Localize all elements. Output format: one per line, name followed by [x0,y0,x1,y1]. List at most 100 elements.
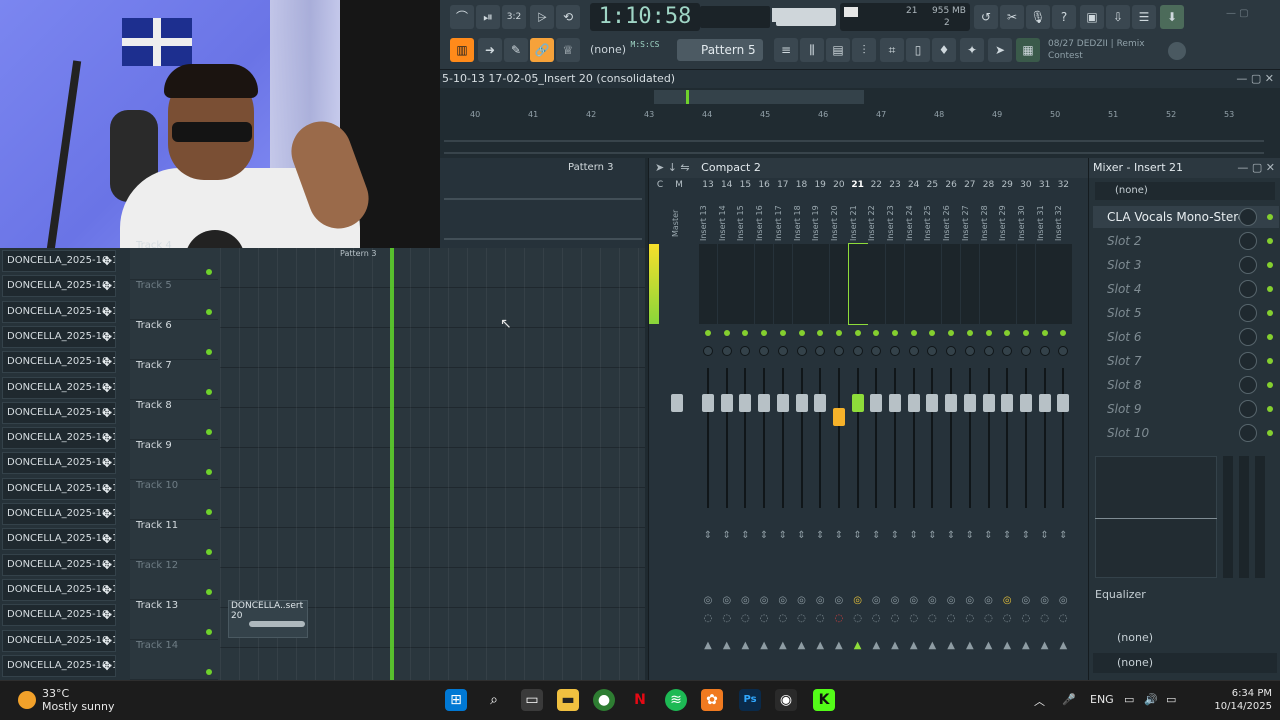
insert-enable-icon[interactable] [1060,330,1067,336]
record-arm-icon[interactable]: ◌ [905,613,923,624]
eq-band-3[interactable] [1255,456,1265,578]
playhead[interactable] [390,248,394,680]
insert-route-icon[interactable]: ◎ [942,595,960,606]
stereo-separation-icon[interactable]: ⇕ [1054,530,1072,541]
sliders-icon[interactable]: ⫶ [852,38,876,62]
stereo-separation-icon[interactable]: ⇕ [1036,530,1054,541]
insert-pan-knob[interactable] [852,346,863,356]
insert-route-icon[interactable]: ◎ [1036,595,1054,606]
insert-volume-fader[interactable] [1057,394,1070,412]
stereo-separation-icon[interactable]: ⇕ [942,530,960,541]
send-icon[interactable]: ➤ [988,38,1012,62]
effect-slot[interactable]: Slot 8 [1093,374,1279,396]
stereo-separation-icon[interactable]: ⇕ [980,530,998,541]
insert-route-icon[interactable]: ◎ [736,595,754,606]
mixer-column-number[interactable]: 23 [886,180,904,190]
insert-strip[interactable] [998,244,1017,324]
pattern3-clip[interactable]: Pattern 3 [340,246,640,276]
channel-move-icon[interactable]: ✥ [102,327,112,347]
slot-mix-knob[interactable] [1239,304,1257,322]
master-volume-fader[interactable] [671,394,683,412]
mixer-column-number[interactable]: 21 [849,180,867,190]
mixer-column-number[interactable]: 19 [811,180,829,190]
track-led-icon[interactable] [206,549,212,555]
send-arrow-icon[interactable]: ▲ [980,640,998,651]
browser-icon[interactable]: ⌗ [880,38,904,62]
stereo-separation-icon[interactable]: ⇕ [923,530,941,541]
insert-pan-knob[interactable] [833,346,844,356]
insert-route-icon[interactable]: ◎ [1054,595,1072,606]
slot-mix-knob[interactable] [1239,280,1257,298]
pattern-selector[interactable]: Pattern 5 [677,39,763,61]
pattern-lane[interactable]: Pattern 3 [440,158,645,248]
insert-pan-knob[interactable] [1039,346,1050,356]
insert-route-icon[interactable]: ◎ [849,595,867,606]
draw-icon[interactable]: ✎ [504,38,528,62]
send-arrow-icon[interactable]: ▲ [793,640,811,651]
insert-volume-fader[interactable] [1038,394,1051,412]
slot-mix-knob[interactable] [1239,256,1257,274]
stereo-separation-icon[interactable]: ⇕ [886,530,904,541]
insert-route-icon[interactable]: ◎ [755,595,773,606]
insert-route-icon[interactable]: ◎ [923,595,941,606]
insert-pan-knob[interactable] [1002,346,1013,356]
track-led-icon[interactable] [206,389,212,395]
insert-enable-icon[interactable] [854,330,861,336]
channel-item[interactable]: DONCELLA_2025-10-1... ✥ [2,503,116,525]
wait-icon[interactable]: ⏯ [476,5,500,29]
loop-record-icon[interactable]: ⟲ [556,5,580,29]
track-led-icon[interactable] [206,309,212,315]
slot-enable-icon[interactable] [1267,286,1273,292]
mixer-column-number[interactable]: 15 [736,180,754,190]
insert-pan-knob[interactable] [703,346,713,356]
insert-route-icon[interactable]: ◎ [905,595,923,606]
channel-move-icon[interactable]: ✥ [102,656,112,676]
track-header[interactable]: Track 4 [130,240,218,280]
insert-strip[interactable] [867,244,886,324]
channel-move-icon[interactable]: ✥ [102,428,112,448]
channel-item[interactable]: DONCELLA_2025-10-1... ✥ [2,401,116,424]
undo-icon[interactable]: ↺ [974,5,998,29]
insert-enable-icon[interactable] [779,330,786,336]
record-arm-icon[interactable]: ◌ [980,613,998,624]
windows-start-icon[interactable]: ⊞ [445,689,467,711]
insert-volume-fader[interactable] [870,394,883,412]
snap-selector[interactable]: (none) [590,39,650,61]
effect-slot[interactable]: Slot 5 [1093,302,1279,324]
photoshop-icon[interactable]: Ps [739,689,761,711]
insert-volume-fader[interactable] [945,394,958,412]
effect-slot[interactable]: Slot 3 [1093,254,1279,276]
channel-item[interactable]: DONCELLA_2025-10-1... ✥ [2,629,116,652]
mixer-column-number[interactable]: M [670,180,688,190]
insert-pan-knob[interactable] [796,346,807,356]
channel-move-icon[interactable]: ✥ [102,403,112,423]
record-arm-icon[interactable]: ◌ [1017,613,1035,624]
channel-move-icon[interactable]: ✥ [102,302,112,322]
send-arrow-icon[interactable]: ▲ [998,640,1016,651]
channel-item[interactable]: DONCELLA_2025-10-1... ✥ [2,376,116,399]
insert-enable-icon[interactable] [742,330,749,336]
route-in-selector[interactable]: (none) [1093,628,1277,648]
playlist-scrollbar[interactable] [654,90,864,104]
send-arrow-icon[interactable]: ▲ [1054,640,1072,651]
channel-move-icon[interactable]: ✥ [102,631,112,651]
effect-slot-1[interactable]: CLA Vocals Mono-Stereo [1093,206,1279,228]
channel-move-icon[interactable]: ✥ [102,555,112,575]
stereo-separation-icon[interactable]: ⇕ [755,530,773,541]
insert-volume-fader[interactable] [814,394,827,412]
send-arrow-icon[interactable]: ▲ [755,640,773,651]
insert-route-icon[interactable]: ◎ [1017,595,1035,606]
send-arrow-icon[interactable]: ▲ [1036,640,1054,651]
insert-enable-icon[interactable] [798,330,805,336]
slot-enable-icon[interactable] [1267,382,1273,388]
weather-widget[interactable]: 33°C Mostly sunny [18,687,138,717]
eq-band-2[interactable] [1239,456,1249,578]
insert-volume-fader[interactable] [720,394,733,412]
channel-move-icon[interactable]: ✥ [102,251,112,271]
mixer-arrows-icon[interactable]: ➤ ↓ ⇋ [649,161,690,174]
insert-strip[interactable] [736,244,755,324]
track-led-icon[interactable] [206,629,212,635]
channel-item[interactable]: DONCELLA_2025-10-1... ✥ [2,553,116,576]
slot-enable-icon[interactable] [1267,262,1273,268]
insert-enable-icon[interactable] [705,330,711,336]
